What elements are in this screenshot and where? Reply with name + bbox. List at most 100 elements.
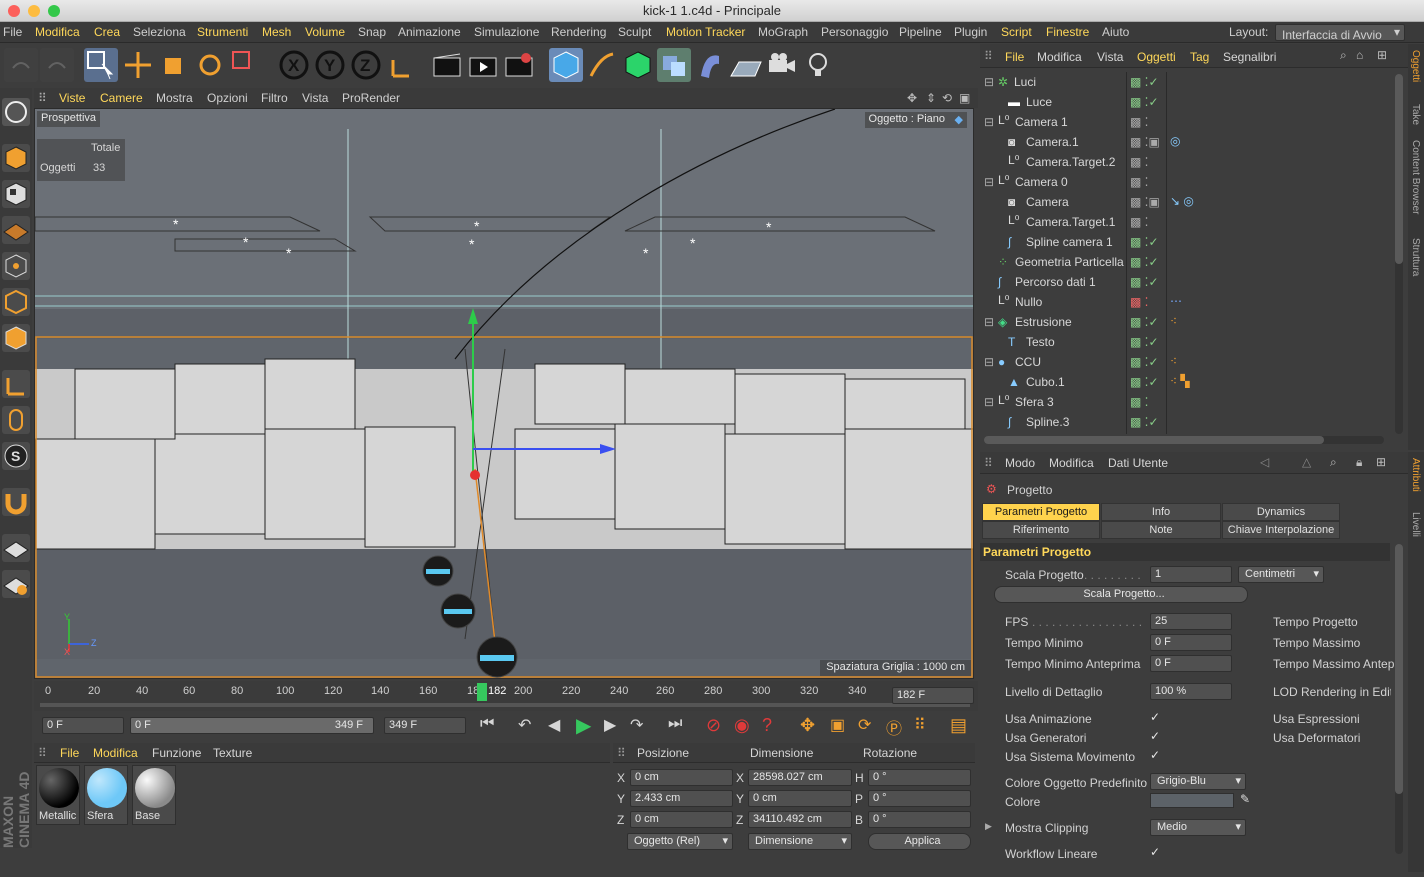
search-icon[interactable]: ⌕ [1340,48,1347,63]
next-key-icon[interactable]: ↷ [630,715,643,735]
objects-menu-tag[interactable]: Tag [1190,50,1209,64]
array-button[interactable] [657,48,691,82]
search-icon[interactable]: ⌕ [1330,455,1337,470]
current-frame-field[interactable]: 182 F [892,687,974,704]
menu-simulazione[interactable]: Simulazione [474,25,539,39]
playhead[interactable] [477,683,487,701]
menu-mesh[interactable]: Mesh [262,25,291,39]
min-time-field[interactable]: 0 F [1150,634,1232,651]
next-frame-icon[interactable]: ▶ [604,715,616,735]
lock-icon[interactable]: 🔒︎ [1356,455,1362,470]
target-tag-icon[interactable]: ◎ [1170,134,1180,148]
scale-unit-dropdown[interactable]: Centimetri ▾ [1238,566,1324,583]
render-view-button[interactable] [430,48,464,82]
viewport-menu-camere[interactable]: Camere [100,91,143,105]
cube-object-button[interactable] [549,48,583,82]
visibility-dots-icon[interactable]: ▩ ⁚ [1130,175,1149,189]
tab-riferimento[interactable]: Riferimento [982,521,1100,539]
scroll-thumb[interactable] [1395,544,1403,794]
material-menu-funzione[interactable]: Funzione [152,746,201,760]
rotate-view-icon[interactable]: ⟲ [942,91,952,105]
collapse-icon[interactable]: ⊟ [984,75,994,89]
rot-p-field[interactable]: 0 ° [868,790,971,807]
menu-motion-tracker[interactable]: Motion Tracker [666,25,745,39]
lod-field[interactable]: 100 % [1150,683,1232,700]
attr-menu-modifica[interactable]: Modifica [1049,456,1094,470]
visibility-check-icon[interactable]: ▩ ⁚✓ [1130,355,1159,369]
viewport-menu-vista[interactable]: Vista [302,91,328,105]
viewport-menu-filtro[interactable]: Filtro [261,91,288,105]
scroll-thumb[interactable] [984,436,1324,444]
menu-finestre[interactable]: Finestre [1046,25,1089,39]
pos-z-field[interactable]: 0 cm [630,811,733,828]
object-row-luci[interactable]: ⊟ ✲ Luci ▩ ⁚✓ [980,72,1391,92]
protection-tag-icon[interactable]: ↘ ◎ [1170,194,1194,208]
layout-dropdown[interactable]: Interfaccia di Avvio ▾ [1275,24,1405,42]
objects-menu-oggetti[interactable]: Oggetti [1137,50,1176,64]
linear-workflow-checkbox[interactable]: ✓ [1150,845,1160,859]
phong-tag-icon[interactable]: ⁖ [1170,354,1177,368]
lock-workplane-button[interactable] [2,534,30,562]
tab-dynamics[interactable]: Dynamics [1222,503,1340,521]
coordinate-system-button[interactable] [385,48,419,82]
visibility-check-icon[interactable]: ▩ ⁚✓ [1130,255,1159,269]
menu-plugin[interactable]: Plugin [954,25,987,39]
min-preview-time-field[interactable]: 0 F [1150,655,1232,672]
object-row-percorso-dati-1[interactable]: ∫ Percorso dati 1 ▩ ⁚✓ [980,272,1391,292]
drag-handle-icon[interactable]: ⠿ [38,746,47,760]
collapse-icon[interactable]: ⊟ [984,395,994,409]
menu-sculpt[interactable]: Sculpt [618,25,651,39]
points-mode-button[interactable] [2,252,30,280]
rot-b-field[interactable]: 0 ° [868,811,971,828]
drag-handle-icon[interactable]: ⠿ [38,91,47,105]
visibility-dots-icon[interactable]: ▩ ⁚ [1130,115,1149,129]
make-editable-button[interactable] [2,98,30,126]
rot-h-field[interactable]: 0 ° [868,769,971,786]
side-tab-content-browser[interactable]: Content Browser [1410,140,1421,214]
collapse-icon[interactable]: ⊟ [984,175,994,189]
object-manager-vscrollbar[interactable] [1395,74,1403,434]
go-to-start-icon[interactable]: ⏮ [480,715,494,733]
x-axis-lock-button[interactable]: X [277,48,311,82]
menu-mograph[interactable]: MoGraph [758,25,808,39]
menu-script[interactable]: Script [1001,25,1032,39]
frame-range-slider[interactable]: 0 F 349 F [130,717,374,734]
object-row-spline-camera-1[interactable]: ∫ Spline camera 1 ▩ ⁚✓ [980,232,1391,252]
eyedropper-icon[interactable]: ✎ [1240,792,1250,806]
undo-button[interactable] [4,48,38,82]
edges-mode-button[interactable] [2,288,30,316]
recent-tool-button[interactable] [229,48,263,82]
attr-menu-dati-utente[interactable]: Dati Utente [1108,456,1168,470]
visibility-check-icon[interactable]: ▩ ⁚✓ [1130,275,1159,289]
tab-chiave-interpolazione[interactable]: Chiave Interpolazione [1222,521,1340,539]
tab-info[interactable]: Info [1101,503,1221,521]
visibility-dots-icon[interactable]: ▩ ⁚ [1130,155,1149,169]
object-row-camera-1[interactable]: ⊟ L⁰ Camera 1 ▩ ⁚ [980,112,1391,132]
redo-button[interactable] [40,48,74,82]
visibility-dots-icon[interactable]: ▩ ⁚▣ [1130,195,1160,209]
object-row-spline-3[interactable]: ∫ Spline.3 ▩ ⁚✓ [980,412,1391,432]
scale-field[interactable]: 1 [1150,566,1232,583]
object-row-luce[interactable]: ▬ Luce ▩ ⁚✓ [980,92,1391,112]
side-tab-livelli[interactable]: Livelli [1410,512,1421,537]
snap-button[interactable]: S [2,442,30,470]
pos-x-field[interactable]: 0 cm [630,769,733,786]
polygons-mode-button[interactable] [2,324,30,352]
new-panel-icon[interactable]: ⊞ [1376,455,1386,469]
tweak-mode-button[interactable] [2,406,30,434]
material-tag-icon[interactable]: ⁖ ▚ [1170,374,1190,388]
scroll-thumb[interactable] [1395,74,1403,264]
use-motion-system-checkbox[interactable]: ✓ [1150,748,1160,762]
render-settings-button[interactable] [502,48,536,82]
collapse-icon[interactable]: ⊟ [984,355,994,369]
planar-workplane-button[interactable] [2,570,30,598]
workplane-mode-button[interactable] [2,216,30,244]
visibility-check-icon[interactable]: ▩ ⁚✓ [1130,335,1159,349]
object-manager-hscrollbar[interactable] [984,436,1384,444]
camera-button[interactable] [765,48,799,82]
drag-handle-icon[interactable]: ⠿ [617,746,626,760]
render-picture-viewer-button[interactable] [466,48,500,82]
z-axis-lock-button[interactable]: Z [349,48,383,82]
material-sfera[interactable]: Sfera [84,765,128,825]
viewport-menu-mostra[interactable]: Mostra [156,91,193,105]
